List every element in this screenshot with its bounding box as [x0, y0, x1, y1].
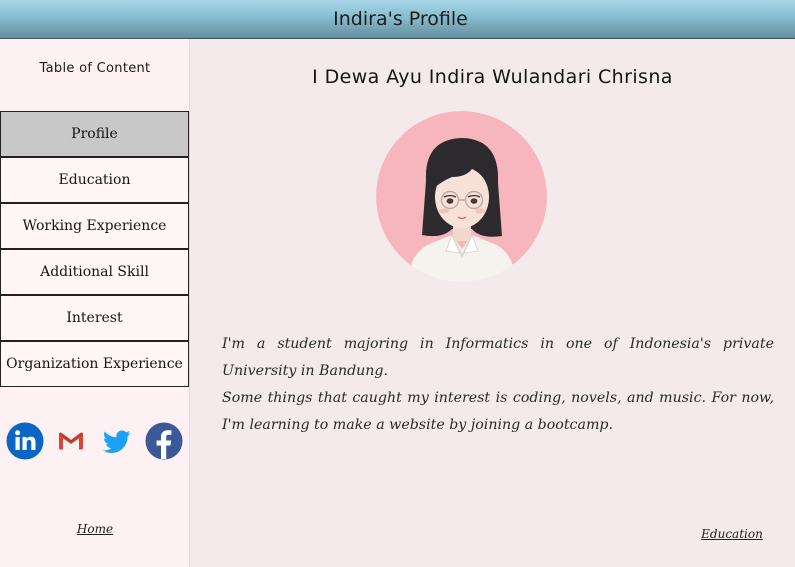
next-page-link[interactable]: Education: [700, 527, 764, 541]
sidebar-item-label: Interest: [66, 310, 123, 326]
twitter-icon[interactable]: [103, 430, 131, 454]
sidebar-item-profile[interactable]: Profile: [0, 111, 189, 157]
sidebar-item-label: Organization Experience: [6, 356, 183, 372]
bio-paragraph: Some things that caught my interest is c…: [222, 390, 774, 433]
sidebar-item-label: Education: [58, 172, 131, 188]
sidebar-item-organization-experience[interactable]: Organization Experience: [0, 341, 189, 387]
sidebar-item-label: Additional Skill: [40, 264, 149, 280]
sidebar-item-working-experience[interactable]: Working Experience: [0, 203, 189, 249]
facebook-icon[interactable]: [145, 422, 183, 460]
page-title: Indira's Profile: [333, 8, 468, 30]
gmail-icon[interactable]: [58, 431, 84, 451]
home-link[interactable]: Home: [0, 522, 190, 536]
bio-text: I'm a student majoring in Informatics in…: [222, 331, 774, 439]
bio-paragraph: I'm a student majoring in Informatics in…: [222, 336, 774, 379]
toc-title: Table of Content: [39, 61, 151, 76]
linkedin-icon[interactable]: [6, 422, 44, 460]
sidebar-item-label: Working Experience: [22, 218, 167, 234]
sidebar-item-interest[interactable]: Interest: [0, 295, 189, 341]
social-links: [0, 422, 190, 462]
sidebar-item-education[interactable]: Education: [0, 157, 189, 203]
sidebar-item-label: Profile: [71, 126, 118, 142]
sidebar-item-additional-skill[interactable]: Additional Skill: [0, 249, 189, 295]
sidebar: Table of Content Profile Education Worki…: [0, 39, 190, 567]
profile-name: I Dewa Ayu Indira Wulandari Chrisna: [312, 66, 673, 88]
profile-avatar: [376, 111, 547, 282]
page-header: Indira's Profile: [0, 0, 795, 39]
